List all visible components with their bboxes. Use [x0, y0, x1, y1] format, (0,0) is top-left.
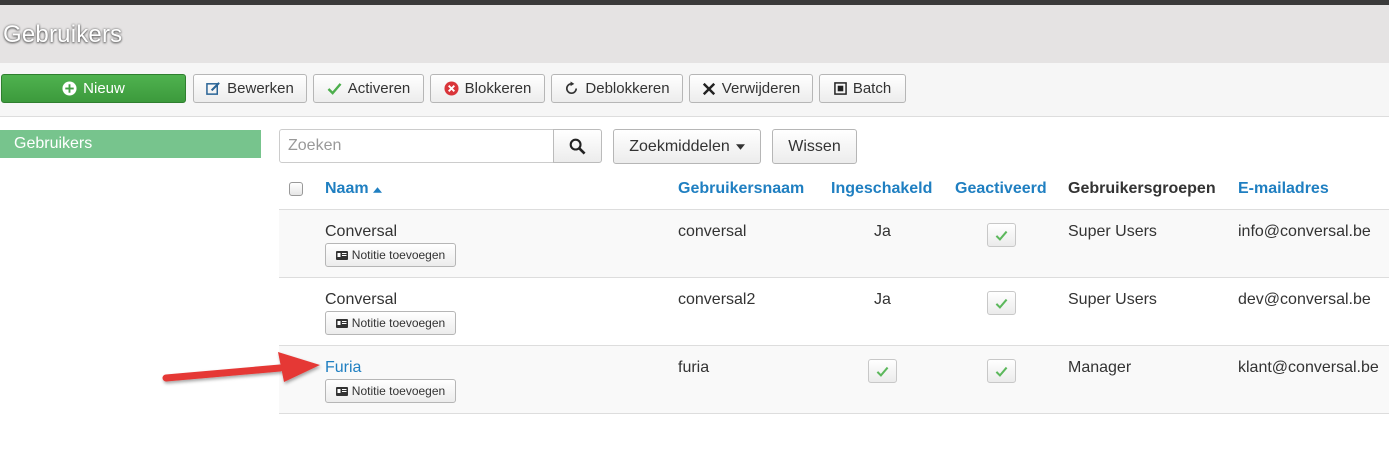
search-tools-label: Zoekmiddelen	[629, 137, 730, 155]
sidebar-item-users[interactable]: Gebruikers	[0, 130, 261, 158]
column-header-enabled[interactable]: Ingeschakeld	[831, 180, 932, 198]
column-header-username[interactable]: Gebruikersnaam	[678, 180, 804, 198]
add-note-label: Notitie toevoegen	[351, 384, 446, 398]
table-row: Conversal Notitie toevoegen conversal Ja…	[279, 210, 1389, 278]
edit-button[interactable]: Bewerken	[193, 74, 307, 103]
activated-toggle[interactable]	[987, 359, 1016, 383]
email-cell: info@conversal.be	[1238, 223, 1371, 240]
table-row: Conversal Notitie toevoegen conversal2 J…	[279, 278, 1389, 346]
edit-icon	[206, 81, 221, 96]
activate-button[interactable]: Activeren	[313, 74, 424, 103]
unblock-button-label: Deblokkeren	[585, 80, 670, 97]
column-header-name[interactable]: Naam	[325, 180, 383, 198]
square-icon	[833, 82, 847, 95]
add-note-label: Notitie toevoegen	[351, 248, 446, 262]
new-button-label: Nieuw	[83, 80, 125, 97]
page-header: Gebruikers	[0, 5, 1389, 63]
user-name-link[interactable]: Conversal	[325, 223, 397, 241]
annotation-arrow-icon	[162, 352, 320, 382]
toolbar: Nieuw Bewerken Activeren Blokkeren Deblo…	[0, 63, 1389, 117]
block-button-label: Blokkeren	[464, 80, 532, 97]
email-cell: klant@conversal.be	[1238, 359, 1379, 376]
delete-button[interactable]: Verwijderen	[689, 74, 813, 103]
clear-button-label: Wissen	[788, 137, 841, 155]
x-circle-icon	[444, 81, 459, 96]
column-name-label: Naam	[325, 180, 369, 197]
username-cell: conversal	[678, 223, 747, 240]
batch-button[interactable]: Batch	[819, 74, 906, 103]
enabled-cell[interactable]: Ja	[874, 291, 891, 309]
activated-toggle[interactable]	[987, 291, 1016, 315]
check-icon	[995, 298, 1008, 309]
check-icon	[876, 366, 889, 377]
column-header-email[interactable]: E-mailadres	[1238, 180, 1329, 198]
user-name-link[interactable]: Furia	[325, 359, 361, 377]
add-note-label: Notitie toevoegen	[351, 316, 446, 330]
search-icon	[569, 138, 586, 155]
id-card-icon	[335, 318, 348, 328]
user-name-link[interactable]: Conversal	[325, 291, 397, 309]
block-button[interactable]: Blokkeren	[430, 74, 545, 103]
group-cell: Super Users	[1068, 291, 1157, 308]
add-note-button[interactable]: Notitie toevoegen	[325, 379, 456, 403]
username-cell: conversal2	[678, 291, 756, 308]
id-card-icon	[335, 386, 348, 396]
unblock-button[interactable]: Deblokkeren	[551, 74, 683, 103]
check-icon	[327, 82, 342, 95]
batch-button-label: Batch	[852, 80, 892, 97]
page-title: Gebruikers	[3, 21, 123, 48]
column-header-activated[interactable]: Geactiveerd	[955, 180, 1047, 198]
table-header: Naam Gebruikersnaam Ingeschakeld Geactiv…	[279, 170, 1389, 210]
new-button[interactable]: Nieuw	[1, 74, 186, 103]
username-cell: furia	[678, 359, 710, 376]
add-note-button[interactable]: Notitie toevoegen	[325, 243, 456, 267]
search-tools-button[interactable]: Zoekmiddelen	[613, 129, 761, 164]
search-input[interactable]	[279, 129, 554, 163]
enabled-cell[interactable]: Ja	[874, 223, 891, 241]
sort-asc-icon	[373, 187, 383, 193]
activate-button-label: Activeren	[347, 80, 411, 97]
x-icon	[702, 82, 716, 96]
check-icon	[995, 366, 1008, 377]
caret-down-icon	[735, 143, 745, 150]
group-cell: Super Users	[1068, 223, 1157, 240]
check-icon	[995, 230, 1008, 241]
edit-button-label: Bewerken	[227, 80, 294, 97]
plus-circle-icon	[62, 81, 77, 96]
id-card-icon	[335, 250, 348, 260]
group-cell: Manager	[1068, 359, 1132, 376]
search-button[interactable]	[553, 129, 602, 163]
select-all-checkbox[interactable]	[289, 182, 303, 196]
delete-button-label: Verwijderen	[721, 80, 801, 97]
clear-button[interactable]: Wissen	[772, 129, 857, 164]
sidebar-item-label: Gebruikers	[14, 135, 93, 152]
refresh-icon	[564, 81, 579, 96]
enabled-toggle[interactable]	[868, 359, 897, 383]
activated-toggle[interactable]	[987, 223, 1016, 247]
column-header-groups: Gebruikersgroepen	[1068, 180, 1216, 197]
table-row: Furia Notitie toevoegen furia Manager kl…	[279, 346, 1389, 414]
add-note-button[interactable]: Notitie toevoegen	[325, 311, 456, 335]
email-cell: dev@conversal.be	[1238, 291, 1371, 308]
